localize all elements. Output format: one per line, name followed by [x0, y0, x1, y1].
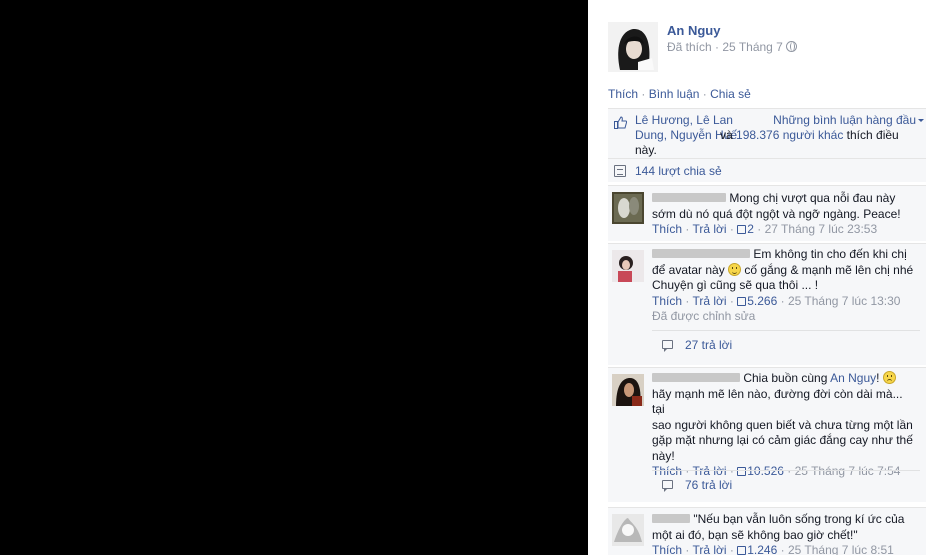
post-meta: Đã thích · 25 Tháng 7	[667, 40, 798, 54]
comment-text-line2: hãy mạnh mẽ lên nào, đường đời còn dài m…	[652, 386, 903, 417]
replies-count[interactable]: 27 trả lời	[685, 338, 732, 352]
comment-time[interactable]: 25 Tháng 7 lúc 13:30	[788, 294, 901, 308]
comment-text-line3: sao người không quen biết và chưa từng m…	[652, 417, 913, 432]
likes-others-link[interactable]: 198.376 người khác	[736, 128, 843, 142]
comment-like-count[interactable]: 5.266	[747, 294, 777, 308]
like-count-icon	[737, 546, 747, 555]
top-comments-label: Những bình luận hàng đầu	[773, 113, 916, 127]
comment-link[interactable]: Bình luận	[649, 87, 700, 101]
post-actions: Thích · Bình luận · Chia sẻ	[608, 87, 751, 101]
post-meta-text: Đã thích · 25 Tháng 7	[667, 40, 783, 54]
comment-text-line1: Em không tin cho đến khi chị	[753, 247, 907, 261]
commenter-name-redacted[interactable]	[652, 373, 740, 382]
comment-item: Mong chị vượt qua nỗi đau này sớm dù nó …	[608, 185, 928, 241]
commenter-avatar[interactable]	[612, 374, 644, 406]
edited-label[interactable]: Đã được chỉnh sửa	[652, 309, 755, 323]
likes-others-wrap: và 198.376 người khác thích điều	[720, 128, 899, 142]
comment-body: Chia buồn cùng An Nguy! hãy mạnh mẽ lên …	[652, 371, 918, 480]
view-replies-button[interactable]: 76 trả lời	[652, 470, 920, 498]
comment-text-line1a: Chia buồn cùng	[743, 371, 828, 385]
comment-actions: Thích · Trả lời · 5.266 · 25 Tháng 7 lúc…	[652, 293, 901, 308]
comment-like-link[interactable]: Thích	[652, 543, 682, 555]
chevron-down-icon	[918, 119, 924, 122]
comment-item: Em không tin cho đến khi chị để avatar n…	[608, 243, 928, 365]
smile-emoticon-icon	[728, 262, 742, 276]
scrollbar[interactable]	[926, 0, 930, 555]
comment-like-count[interactable]: 2	[747, 222, 754, 236]
comment-text-line1: "Nếu bạn vẫn luôn sống trong kí ức của	[693, 512, 905, 526]
comment-time[interactable]: 27 Tháng 7 lúc 23:53	[765, 222, 878, 236]
reply-bubble-icon	[662, 340, 673, 352]
comment-item: "Nếu bạn vẫn luôn sống trong kí ức của m…	[608, 507, 928, 555]
comment-text-line1b: !	[876, 371, 880, 385]
mention-link[interactable]: An Nguy	[830, 371, 876, 385]
top-comments-dropdown[interactable]: Những bình luận hàng đầu	[773, 113, 924, 127]
post-header: An Nguy Đã thích · 25 Tháng 7	[608, 20, 928, 80]
likes-tail2: này.	[635, 143, 657, 157]
share-icon	[614, 165, 626, 177]
comment-like-count[interactable]: 1.246	[747, 543, 777, 555]
sad-emoticon-icon	[882, 371, 896, 384]
comment-text-line2b: cố gắng & mạnh mẽ lên chị nhé	[744, 262, 914, 277]
author-name[interactable]: An Nguy	[667, 23, 720, 38]
likers-line1[interactable]: Lê Hương, Lê Lan	[635, 113, 733, 127]
like-link[interactable]: Thích	[608, 87, 638, 101]
comment-reply-link[interactable]: Trả lời	[692, 543, 726, 555]
globe-icon[interactable]	[786, 41, 798, 52]
comment-actions: Thích · Trả lời · 2 · 27 Tháng 7 lúc 23:…	[652, 222, 878, 236]
comment-text-line2: một ai đó, bạn sẽ không bao giờ chết!"	[652, 527, 858, 542]
comment-text-line1: Mong chị vượt qua nỗi đau này	[729, 191, 896, 205]
commenter-name-redacted[interactable]	[652, 514, 690, 523]
likes-tail: thích điều	[846, 128, 899, 142]
author-avatar[interactable]	[608, 22, 658, 72]
shares-summary[interactable]: 144 lượt chia sẻ	[608, 158, 928, 182]
commenter-avatar[interactable]	[612, 514, 644, 546]
comment-body: "Nếu bạn vẫn luôn sống trong kí ức của m…	[652, 512, 918, 555]
commenter-avatar[interactable]	[612, 250, 644, 282]
commenter-name-redacted[interactable]	[652, 193, 726, 202]
comment-time[interactable]: 25 Tháng 7 lúc 8:51	[788, 543, 894, 555]
comment-like-link[interactable]: Thích	[652, 294, 682, 308]
comment-item: Chia buồn cùng An Nguy! hãy mạnh mẽ lên …	[608, 367, 928, 502]
reply-bubble-icon	[662, 480, 673, 492]
comment-reply-link[interactable]: Trả lời	[692, 222, 726, 236]
likes-summary: Lê Hương, Lê Lan Dung, Nguyễn Huế và 198…	[608, 108, 928, 158]
shares-count[interactable]: 144 lượt chia sẻ	[635, 164, 722, 178]
commenter-avatar[interactable]	[612, 192, 644, 224]
likes-and: và	[720, 128, 737, 142]
comment-text-line2: sớm dù nó quá đột ngột và ngỡ ngàng. Pea…	[652, 206, 901, 221]
like-count-icon	[737, 225, 747, 234]
comment-text-line3: Chuyện gì cũng sẽ qua thôi ... !	[652, 278, 819, 292]
comment-actions: Thích · Trả lời · 1.246 · 25 Tháng 7 lúc…	[652, 543, 894, 555]
feedback-section: Lê Hương, Lê Lan Dung, Nguyễn Huế và 198…	[608, 108, 928, 182]
comment-like-link[interactable]: Thích	[652, 222, 682, 236]
comment-body: Em không tin cho đến khi chị để avatar n…	[652, 247, 918, 325]
comment-reply-link[interactable]: Trả lời	[692, 294, 726, 308]
commenter-name-redacted[interactable]	[652, 249, 750, 258]
replies-count[interactable]: 76 trả lời	[685, 478, 732, 492]
comment-text-line2a: để avatar này	[652, 262, 725, 277]
like-count-icon	[737, 296, 747, 306]
thumbs-up-icon	[614, 116, 627, 129]
post-sidebar: An Nguy Đã thích · 25 Tháng 7 Thích · Bì…	[588, 0, 930, 555]
comment-body: Mong chị vượt qua nỗi đau này sớm dù nó …	[652, 191, 918, 238]
view-replies-button[interactable]: 27 trả lời	[652, 330, 920, 358]
comment-text-line4: gặp mặt nhưng lại có cảm giác đắng cay n…	[652, 433, 913, 447]
photo-viewer[interactable]	[0, 0, 588, 555]
share-link[interactable]: Chia sẻ	[710, 87, 751, 101]
comment-text-line5: này!	[652, 448, 675, 463]
